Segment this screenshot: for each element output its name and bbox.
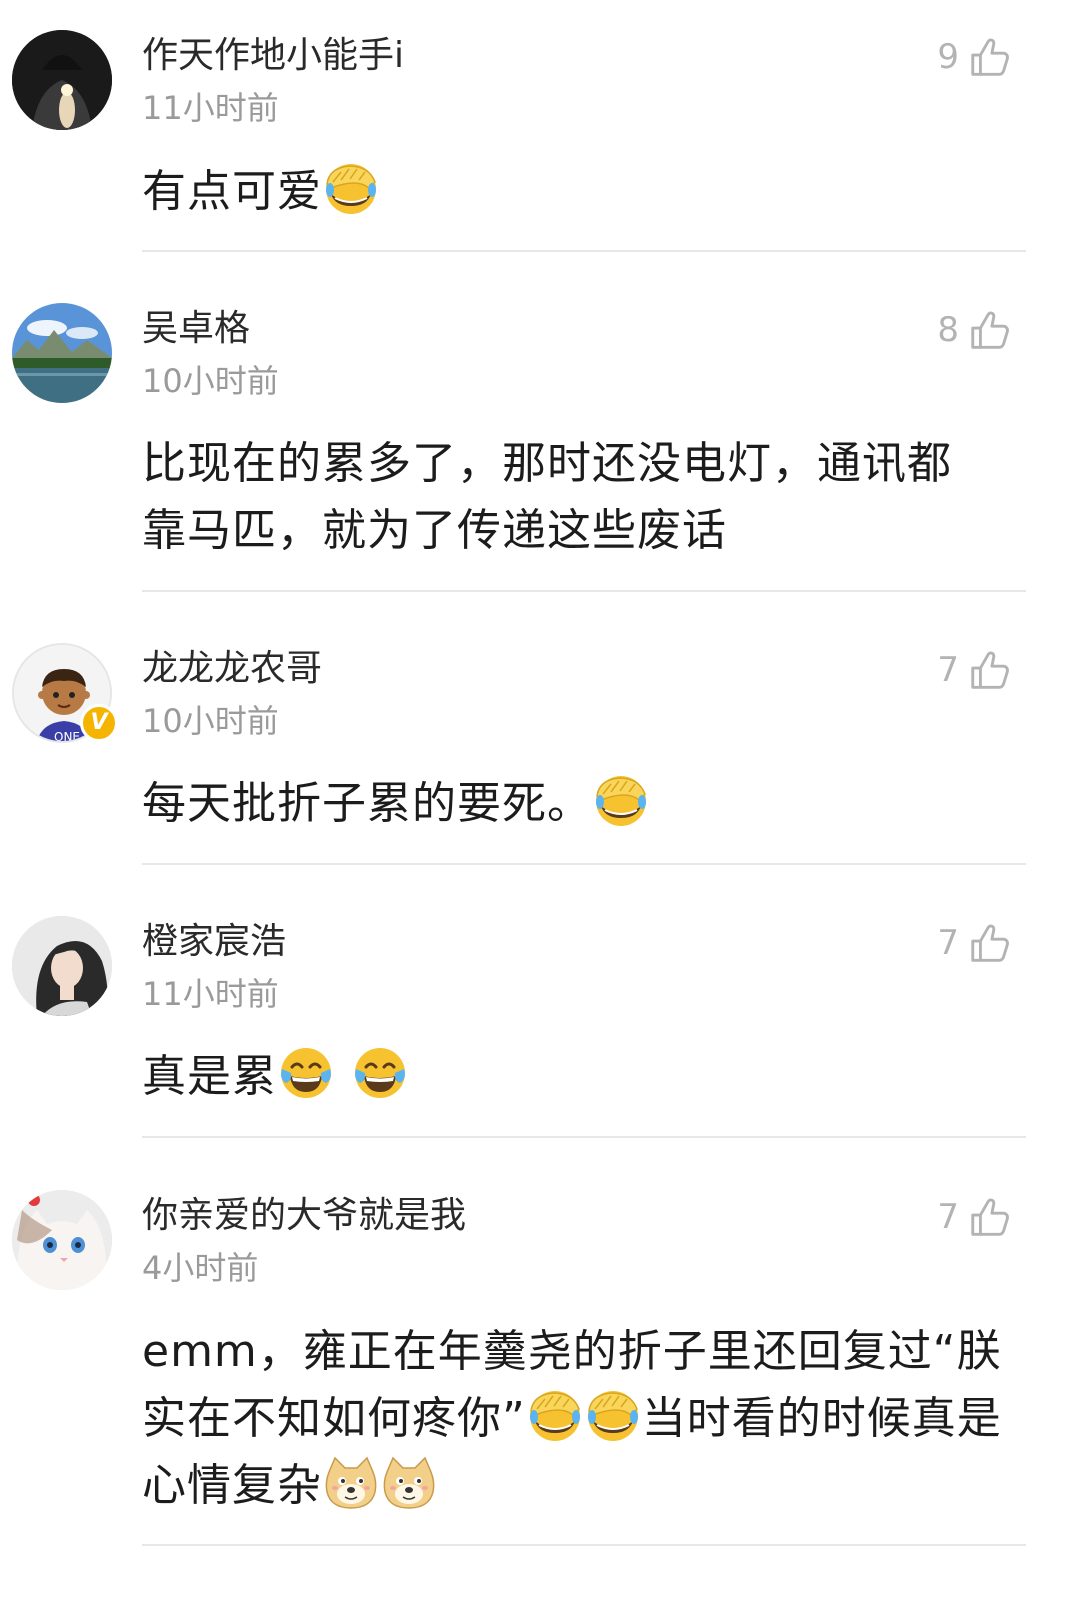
- like-count: 9: [937, 37, 959, 77]
- avatar-girl-portrait-icon: [12, 916, 112, 1016]
- facepalm-cry-emoji-icon: [527, 1387, 583, 1443]
- like-count: 7: [937, 923, 959, 963]
- verified-badge-icon: V: [80, 704, 118, 742]
- avatar[interactable]: [12, 916, 112, 1016]
- thumbs-up-icon: [967, 1194, 1013, 1240]
- like-count: 7: [937, 650, 959, 690]
- doge-emoji-icon: [381, 1454, 437, 1510]
- facepalm-cry-emoji-icon: [323, 160, 379, 216]
- comment-text-content: 有点可爱: [142, 166, 322, 217]
- timestamp: 11小时前: [142, 89, 279, 127]
- divider: [142, 1136, 1026, 1138]
- avatar[interactable]: [12, 1190, 112, 1290]
- username[interactable]: 橙家宸浩: [142, 920, 286, 964]
- like-button[interactable]: 9: [937, 34, 1013, 80]
- timestamp: 10小时前: [142, 362, 279, 400]
- doge-emoji-icon: [323, 1454, 379, 1510]
- like-count: 7: [937, 1197, 959, 1237]
- like-button[interactable]: 7: [937, 647, 1013, 693]
- like-button[interactable]: 8: [937, 307, 1013, 353]
- comment-text-line: 靠马匹，就为了传递这些废话: [142, 505, 727, 556]
- like-button[interactable]: 7: [937, 920, 1013, 966]
- divider: [142, 250, 1026, 252]
- comment-text-line: 心情复杂: [142, 1452, 1042, 1519]
- username[interactable]: 作天作地小能手i: [142, 34, 404, 78]
- username[interactable]: 你亲爱的大爷就是我: [142, 1194, 466, 1238]
- avatar-white-cat-icon: [12, 1190, 112, 1290]
- thumbs-up-icon: [967, 920, 1013, 966]
- thumbs-up-icon: [967, 34, 1013, 80]
- thumbs-up-icon: [967, 647, 1013, 693]
- avatar-dark-portrait-icon: [12, 30, 112, 130]
- avatar[interactable]: [12, 30, 112, 130]
- comment-text-content: 每天批折子累的要死。: [142, 778, 592, 829]
- avatar[interactable]: [12, 303, 112, 403]
- username[interactable]: 龙龙龙农哥: [142, 647, 322, 691]
- comment-text: 比现在的累多了，那时还没电灯，通讯都 靠马匹，就为了传递这些废话: [142, 430, 1032, 564]
- tears-of-joy-emoji-icon: [278, 1045, 334, 1101]
- timestamp: 4小时前: [142, 1249, 259, 1287]
- timestamp: 10小时前: [142, 702, 279, 740]
- svg-text:ONE: ONE: [54, 730, 80, 743]
- facepalm-cry-emoji-icon: [593, 772, 649, 828]
- comment-text: 每天批折子累的要死。: [142, 770, 1032, 837]
- comment-text-content: 实在不知如何疼你”: [142, 1393, 526, 1444]
- like-button[interactable]: 7: [937, 1194, 1013, 1240]
- comment-text: emm，雍正在年羹尧的折子里还回复过“朕 实在不知如何疼你” 当时看的时候真是 心…: [142, 1318, 1042, 1519]
- comment-text: 有点可爱: [142, 158, 1032, 225]
- comment-text-content: 真是累: [142, 1051, 277, 1102]
- facepalm-cry-emoji-icon: [585, 1387, 641, 1443]
- comment-text: 真是累: [142, 1043, 1032, 1110]
- avatar-landscape-lake-icon: [12, 303, 112, 403]
- comment-text-content: 当时看的时候真是: [641, 1393, 1002, 1444]
- thumbs-up-icon: [967, 307, 1013, 353]
- comment-text-line: 比现在的累多了，那时还没电灯，通讯都: [142, 438, 952, 489]
- comment-text-content: 心情复杂: [142, 1460, 322, 1511]
- tears-of-joy-emoji-icon: [352, 1045, 408, 1101]
- comment-text-line: 实在不知如何疼你” 当时看的时候真是: [142, 1385, 1042, 1452]
- divider: [142, 590, 1026, 592]
- divider: [142, 1544, 1026, 1546]
- username[interactable]: 吴卓格: [142, 307, 250, 351]
- divider: [142, 863, 1026, 865]
- like-count: 8: [937, 310, 959, 350]
- timestamp: 11小时前: [142, 975, 279, 1013]
- comment-text-line: emm，雍正在年羹尧的折子里还回复过“朕: [142, 1326, 1002, 1377]
